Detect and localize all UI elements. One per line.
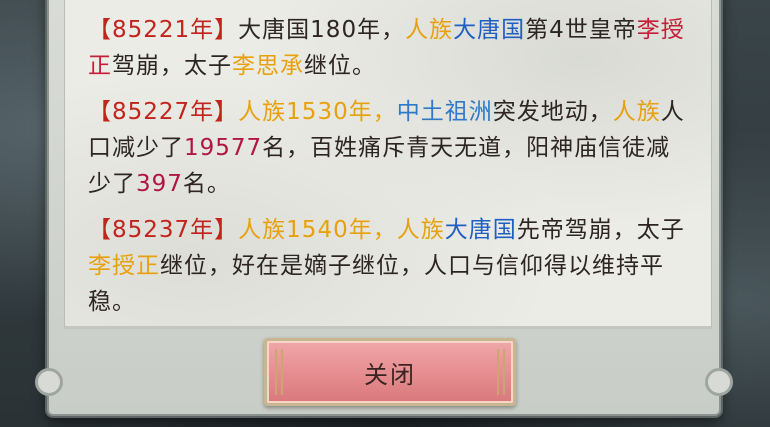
event-log[interactable]: 【85221年】大唐国180年，人族大唐国第4世皇帝李授正驾崩，太子李思承继位。…	[88, 12, 688, 330]
entry-text: 名。	[182, 171, 231, 197]
entry-text: 继位。	[304, 53, 376, 79]
entry-text: 第4世皇帝	[525, 17, 637, 43]
race-year: 人族1540年，	[238, 217, 397, 243]
log-entry: 【85237年】人族1540年，人族大唐国先帝驾崩，太子李授正继位，好在是嫡子继…	[88, 212, 688, 320]
race-name: 人族	[612, 99, 661, 125]
entry-year: 【85227年】	[88, 99, 239, 125]
close-button[interactable]: 关闭	[264, 338, 516, 406]
log-entry: 【85221年】大唐国180年，人族大唐国第4世皇帝李授正驾崩，太子李思承继位。	[88, 12, 688, 84]
entry-year: 【85237年】	[88, 217, 239, 243]
button-ornament-icon	[497, 349, 505, 395]
entry-year: 【85221年】	[88, 17, 239, 43]
nation-name: 大唐国	[444, 217, 517, 243]
nation-name: 大唐国	[453, 17, 526, 43]
entry-text: 突发地动，	[492, 99, 613, 125]
race-name: 人族	[405, 17, 454, 43]
person-name: 李授正	[88, 253, 160, 279]
race-name: 人族	[396, 217, 445, 243]
entry-text: 继位，好在是嫡子继位，人口与信仰得以维持平稳。	[88, 253, 664, 315]
person-name: 李思承	[232, 53, 304, 79]
believer-loss: 397	[136, 171, 183, 197]
entry-text: 先帝驾崩，太子	[516, 217, 685, 243]
entry-text: 大唐国180年，	[238, 17, 406, 43]
population-loss: 19577	[184, 135, 263, 161]
region-name: 中土祖洲	[396, 99, 493, 125]
log-entry: 【85227年】人族1530年，中土祖洲突发地动，人族人口减少了19577名，百…	[88, 94, 688, 202]
entry-text: 驾崩，太子	[112, 53, 232, 79]
frame-ornament-icon	[35, 368, 63, 396]
frame-ornament-icon	[705, 368, 733, 396]
close-button-label: 关闭	[364, 360, 416, 389]
race-year: 人族1530年，	[238, 99, 397, 125]
button-ornament-icon	[275, 349, 283, 395]
